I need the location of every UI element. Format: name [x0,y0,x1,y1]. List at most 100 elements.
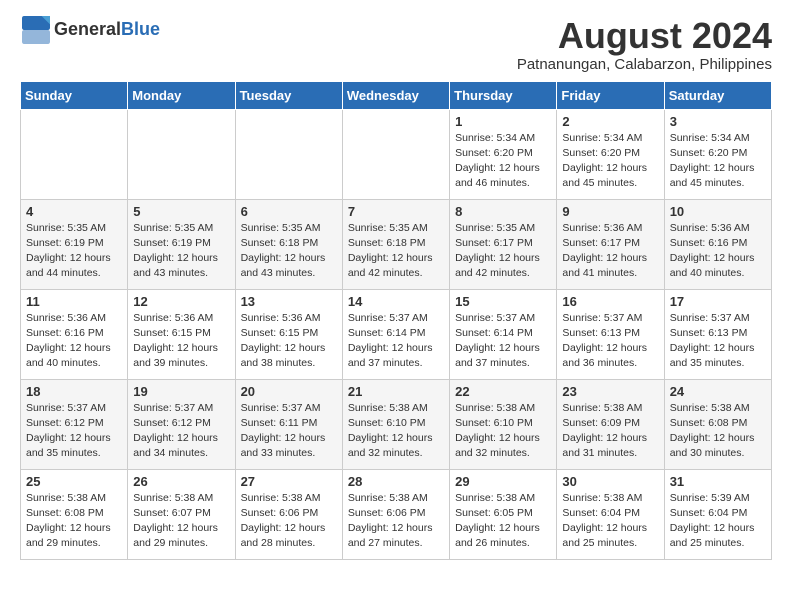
calendar-cell: 11 Sunrise: 5:36 AM Sunset: 6:16 PM Dayli… [21,289,128,379]
calendar-cell: 2 Sunrise: 5:34 AM Sunset: 6:20 PM Daylig… [557,109,664,199]
day-header-monday: Monday [128,81,235,109]
calendar-cell: 10 Sunrise: 5:36 AM Sunset: 6:16 PM Dayli… [664,199,771,289]
day-info: Sunrise: 5:37 AM Sunset: 6:14 PM Dayligh… [455,311,551,372]
day-number: 13 [241,294,337,309]
calendar-header-row: SundayMondayTuesdayWednesdayThursdayFrid… [21,81,772,109]
day-info: Sunrise: 5:34 AM Sunset: 6:20 PM Dayligh… [562,131,658,192]
calendar-cell: 7 Sunrise: 5:35 AM Sunset: 6:18 PM Daylig… [342,199,449,289]
day-number: 2 [562,114,658,129]
logo-general: GeneralBlue [54,20,160,40]
calendar-cell: 1 Sunrise: 5:34 AM Sunset: 6:20 PM Daylig… [450,109,557,199]
day-number: 1 [455,114,551,129]
day-number: 16 [562,294,658,309]
calendar-cell [235,109,342,199]
day-info: Sunrise: 5:35 AM Sunset: 6:17 PM Dayligh… [455,221,551,282]
day-number: 22 [455,384,551,399]
day-info: Sunrise: 5:37 AM Sunset: 6:12 PM Dayligh… [133,401,229,462]
day-info: Sunrise: 5:37 AM Sunset: 6:14 PM Dayligh… [348,311,444,372]
day-number: 15 [455,294,551,309]
day-number: 4 [26,204,122,219]
day-info: Sunrise: 5:38 AM Sunset: 6:04 PM Dayligh… [562,491,658,552]
day-info: Sunrise: 5:38 AM Sunset: 6:08 PM Dayligh… [670,401,766,462]
day-number: 3 [670,114,766,129]
calendar-cell: 19 Sunrise: 5:37 AM Sunset: 6:12 PM Dayli… [128,379,235,469]
day-info: Sunrise: 5:38 AM Sunset: 6:09 PM Dayligh… [562,401,658,462]
day-info: Sunrise: 5:37 AM Sunset: 6:13 PM Dayligh… [562,311,658,372]
day-info: Sunrise: 5:36 AM Sunset: 6:16 PM Dayligh… [670,221,766,282]
day-number: 29 [455,474,551,489]
day-info: Sunrise: 5:35 AM Sunset: 6:19 PM Dayligh… [133,221,229,282]
day-info: Sunrise: 5:39 AM Sunset: 6:04 PM Dayligh… [670,491,766,552]
calendar-cell: 26 Sunrise: 5:38 AM Sunset: 6:07 PM Dayli… [128,469,235,559]
day-number: 20 [241,384,337,399]
day-info: Sunrise: 5:35 AM Sunset: 6:19 PM Dayligh… [26,221,122,282]
day-number: 5 [133,204,229,219]
day-info: Sunrise: 5:36 AM Sunset: 6:16 PM Dayligh… [26,311,122,372]
calendar-cell: 28Sunrise: 5:38 AM Sunset: 6:06 PM Dayli… [342,469,449,559]
calendar-cell: 27 Sunrise: 5:38 AM Sunset: 6:06 PM Dayli… [235,469,342,559]
calendar-cell: 20 Sunrise: 5:37 AM Sunset: 6:11 PM Dayli… [235,379,342,469]
calendar-cell: 3 Sunrise: 5:34 AM Sunset: 6:20 PM Daylig… [664,109,771,199]
day-info: Sunrise: 5:38 AM Sunset: 6:06 PM Dayligh… [348,491,444,552]
logo-icon [22,16,50,44]
day-header-friday: Friday [557,81,664,109]
calendar-cell [128,109,235,199]
day-info: Sunrise: 5:36 AM Sunset: 6:15 PM Dayligh… [241,311,337,372]
calendar-cell: 8 Sunrise: 5:35 AM Sunset: 6:17 PM Daylig… [450,199,557,289]
logo: GeneralBlue [20,16,160,44]
day-number: 9 [562,204,658,219]
day-info: Sunrise: 5:38 AM Sunset: 6:05 PM Dayligh… [455,491,551,552]
day-info: Sunrise: 5:35 AM Sunset: 6:18 PM Dayligh… [348,221,444,282]
calendar-cell: 4 Sunrise: 5:35 AM Sunset: 6:19 PM Daylig… [21,199,128,289]
calendar-cell: 17Sunrise: 5:37 AM Sunset: 6:13 PM Dayli… [664,289,771,379]
day-info: Sunrise: 5:37 AM Sunset: 6:11 PM Dayligh… [241,401,337,462]
calendar-cell: 25 Sunrise: 5:38 AM Sunset: 6:08 PM Dayli… [21,469,128,559]
calendar-cell: 31Sunrise: 5:39 AM Sunset: 6:04 PM Dayli… [664,469,771,559]
day-number: 7 [348,204,444,219]
day-number: 26 [133,474,229,489]
calendar-cell: 30 Sunrise: 5:38 AM Sunset: 6:04 PM Dayli… [557,469,664,559]
calendar-week-row: 11 Sunrise: 5:36 AM Sunset: 6:16 PM Dayli… [21,289,772,379]
day-header-thursday: Thursday [450,81,557,109]
day-number: 30 [562,474,658,489]
calendar-week-row: 18 Sunrise: 5:37 AM Sunset: 6:12 PM Dayli… [21,379,772,469]
day-header-tuesday: Tuesday [235,81,342,109]
day-info: Sunrise: 5:37 AM Sunset: 6:12 PM Dayligh… [26,401,122,462]
calendar-cell: 13 Sunrise: 5:36 AM Sunset: 6:15 PM Dayli… [235,289,342,379]
day-info: Sunrise: 5:34 AM Sunset: 6:20 PM Dayligh… [455,131,551,192]
calendar-cell: 18 Sunrise: 5:37 AM Sunset: 6:12 PM Dayli… [21,379,128,469]
day-number: 11 [26,294,122,309]
calendar-cell: 16 Sunrise: 5:37 AM Sunset: 6:13 PM Dayli… [557,289,664,379]
day-number: 12 [133,294,229,309]
calendar-cell: 12 Sunrise: 5:36 AM Sunset: 6:15 PM Dayli… [128,289,235,379]
day-number: 21 [348,384,444,399]
day-info: Sunrise: 5:38 AM Sunset: 6:08 PM Dayligh… [26,491,122,552]
day-number: 18 [26,384,122,399]
day-header-wednesday: Wednesday [342,81,449,109]
day-number: 6 [241,204,337,219]
calendar-cell: 24Sunrise: 5:38 AM Sunset: 6:08 PM Dayli… [664,379,771,469]
day-info: Sunrise: 5:38 AM Sunset: 6:07 PM Dayligh… [133,491,229,552]
day-number: 19 [133,384,229,399]
month-year-title: August 2024 [517,16,772,56]
day-number: 27 [241,474,337,489]
day-info: Sunrise: 5:38 AM Sunset: 6:10 PM Dayligh… [348,401,444,462]
calendar-cell: 22Sunrise: 5:38 AM Sunset: 6:10 PM Dayli… [450,379,557,469]
day-info: Sunrise: 5:38 AM Sunset: 6:06 PM Dayligh… [241,491,337,552]
day-number: 8 [455,204,551,219]
calendar-cell: 6 Sunrise: 5:35 AM Sunset: 6:18 PM Daylig… [235,199,342,289]
day-info: Sunrise: 5:35 AM Sunset: 6:18 PM Dayligh… [241,221,337,282]
day-number: 25 [26,474,122,489]
page-header: GeneralBlue August 2024 Patnanungan, Cal… [20,16,772,73]
day-number: 14 [348,294,444,309]
day-info: Sunrise: 5:34 AM Sunset: 6:20 PM Dayligh… [670,131,766,192]
day-number: 10 [670,204,766,219]
day-info: Sunrise: 5:36 AM Sunset: 6:15 PM Dayligh… [133,311,229,372]
calendar-cell: 14 Sunrise: 5:37 AM Sunset: 6:14 PM Dayli… [342,289,449,379]
day-header-sunday: Sunday [21,81,128,109]
calendar-cell: 9Sunrise: 5:36 AM Sunset: 6:17 PM Daylig… [557,199,664,289]
location-subtitle: Patnanungan, Calabarzon, Philippines [517,56,772,73]
calendar-week-row: 25 Sunrise: 5:38 AM Sunset: 6:08 PM Dayli… [21,469,772,559]
calendar-cell: 29 Sunrise: 5:38 AM Sunset: 6:05 PM Dayli… [450,469,557,559]
calendar-cell [21,109,128,199]
